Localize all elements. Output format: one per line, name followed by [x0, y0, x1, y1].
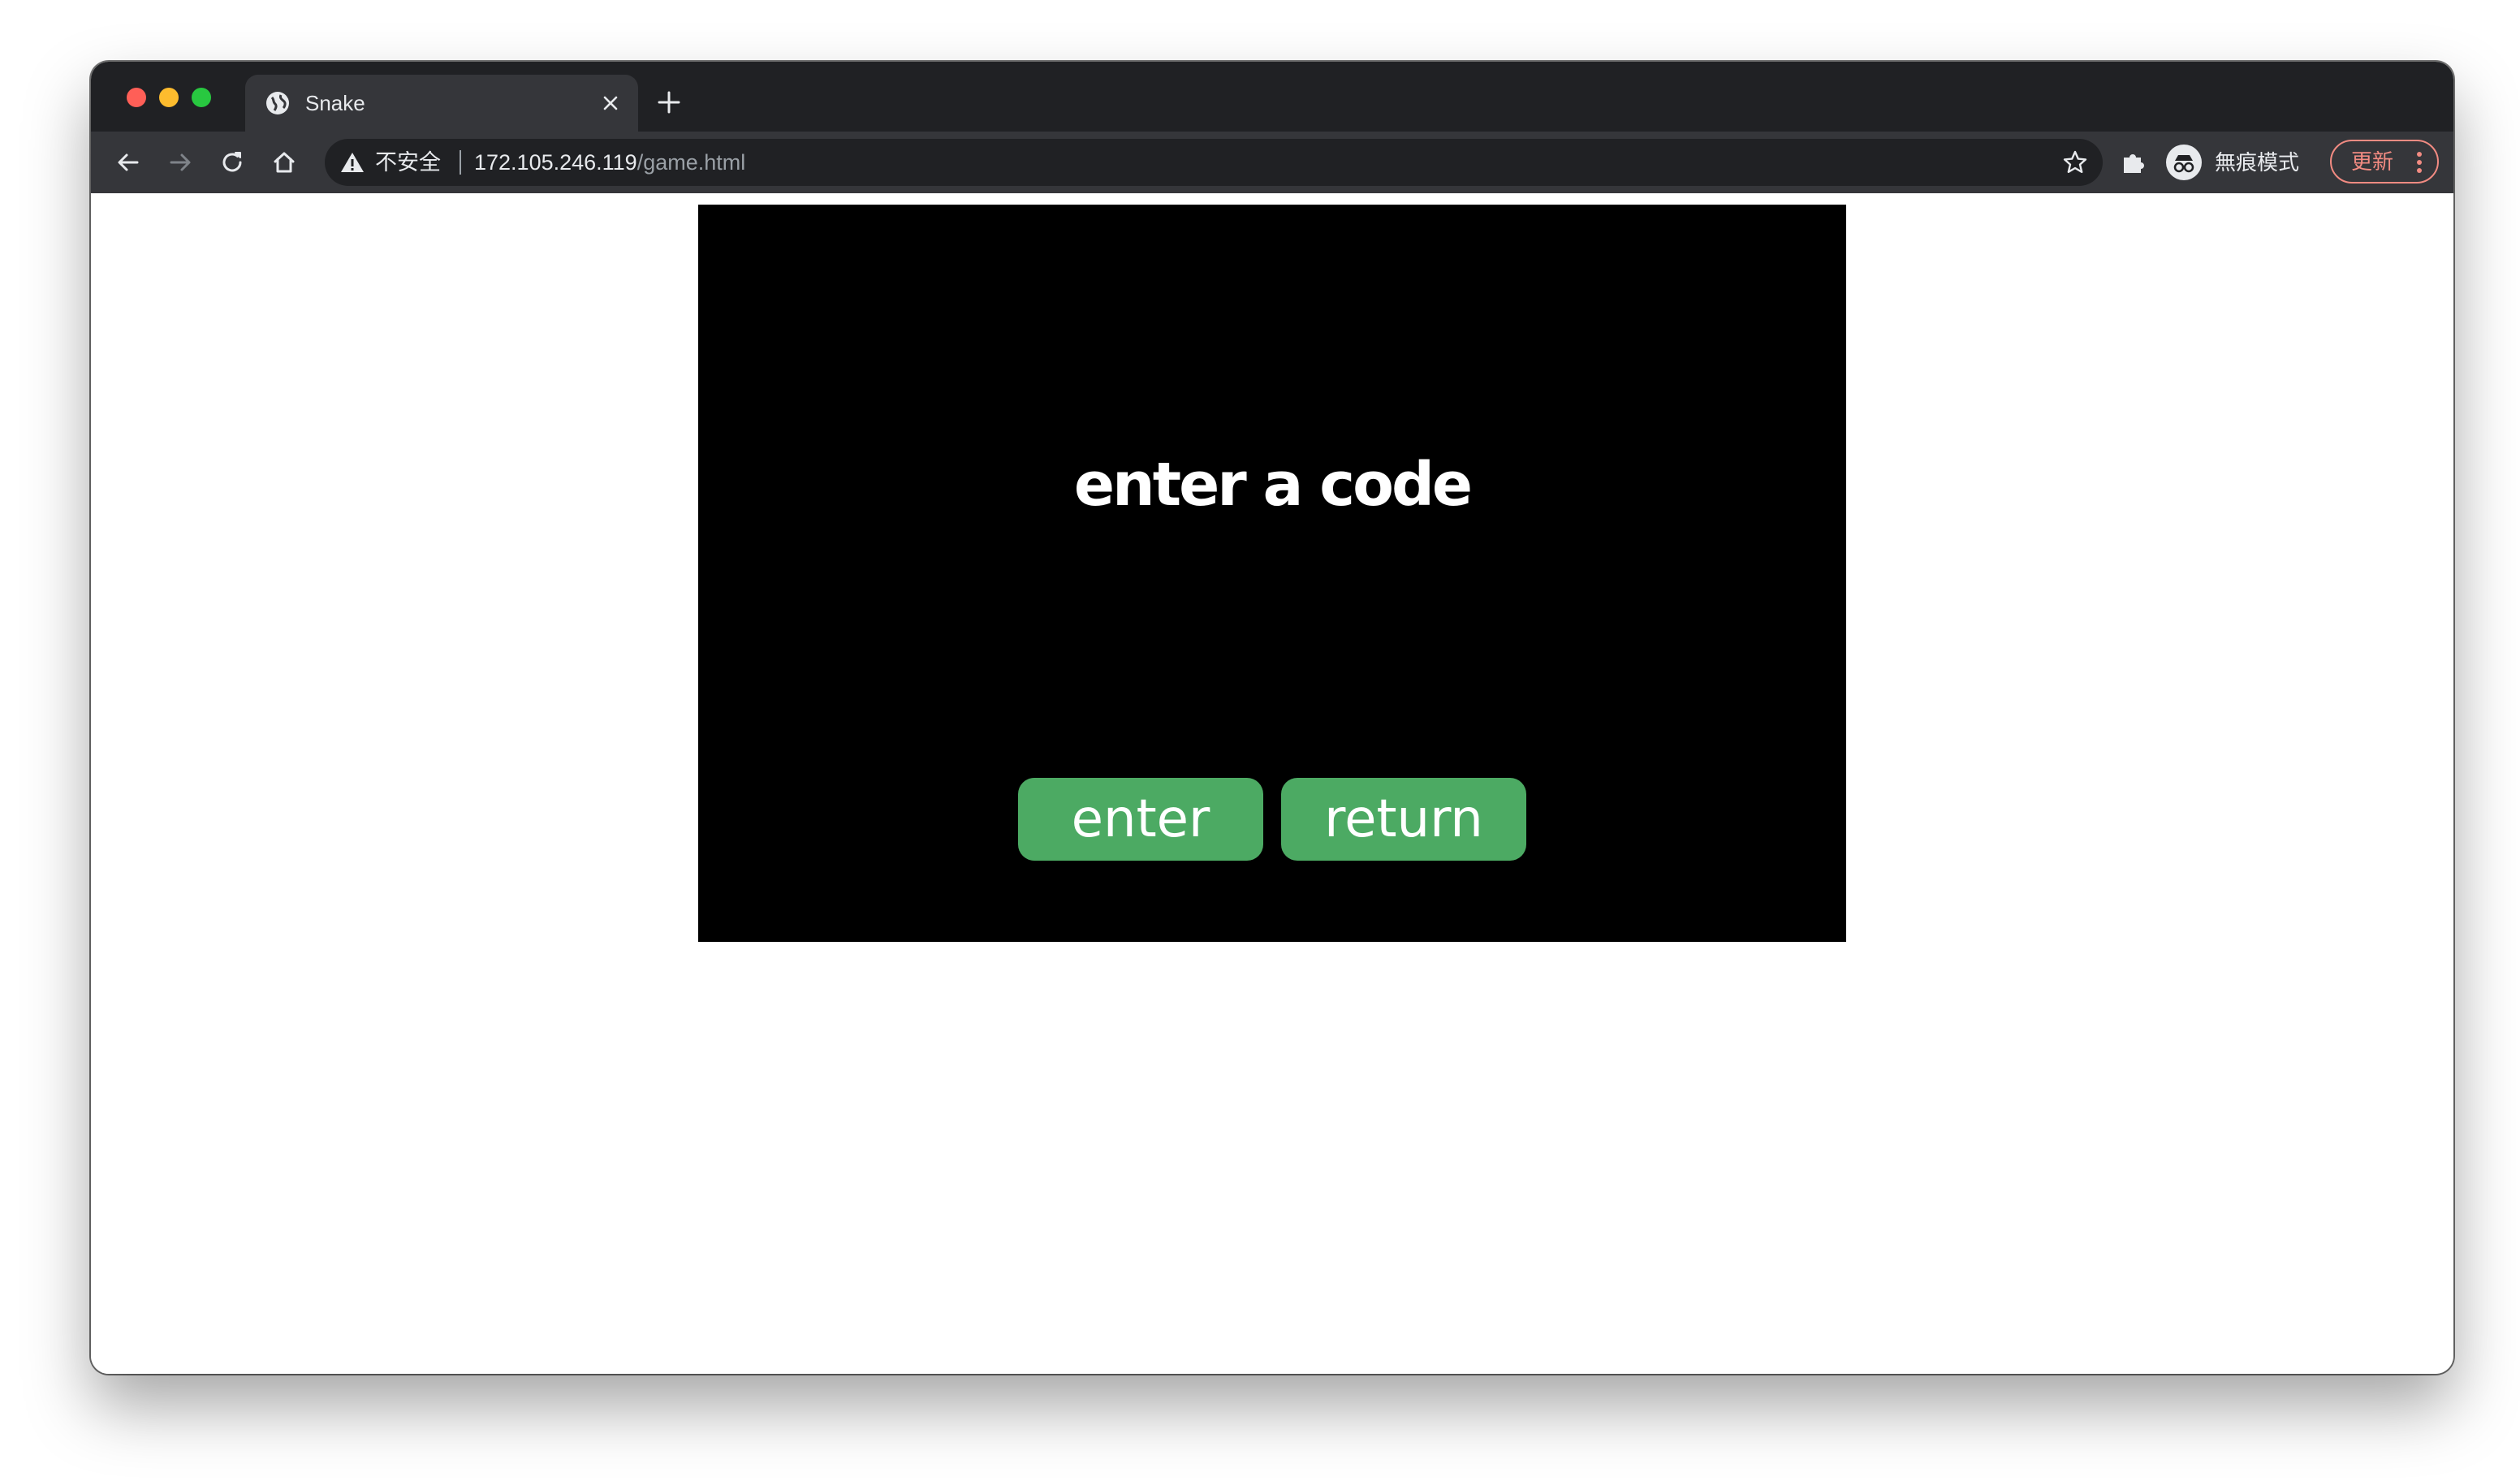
bookmark-button[interactable] [2059, 146, 2091, 179]
extensions-button[interactable] [2112, 141, 2155, 184]
reload-button[interactable] [211, 141, 253, 184]
close-window-button[interactable] [127, 88, 146, 107]
update-button[interactable]: 更新 [2330, 140, 2439, 184]
tab-title: Snake [305, 91, 365, 115]
forward-arrow-icon [170, 153, 191, 171]
globe-icon [265, 90, 291, 116]
forward-button[interactable] [159, 141, 201, 184]
return-button[interactable]: return [1281, 778, 1526, 861]
url-text[interactable]: 172.105.246.119/game.html [474, 150, 745, 175]
plus-icon [658, 91, 680, 114]
star-icon [2063, 150, 2087, 173]
incognito-indicator[interactable]: 無痕模式 [2166, 141, 2299, 184]
url-path: /game.html [636, 150, 746, 175]
maximize-window-button[interactable] [192, 88, 211, 107]
puzzle-icon [2124, 154, 2144, 173]
security-status[interactable]: 不安全 [375, 150, 441, 175]
back-button[interactable] [107, 141, 149, 184]
page-viewport: enter a code enter return [91, 193, 2453, 1374]
reload-icon [222, 152, 242, 172]
tab-bar: Snake [91, 62, 2453, 132]
update-label: 更新 [2351, 149, 2394, 174]
incognito-label: 無痕模式 [2215, 150, 2300, 175]
home-icon [274, 152, 295, 173]
address-divider [460, 150, 461, 175]
game-title: enter a code [1073, 450, 1473, 520]
game-canvas[interactable]: enter a code enter return [698, 205, 1846, 942]
incognito-icon [2166, 145, 2202, 180]
new-tab-button[interactable] [651, 84, 687, 120]
tab-snake[interactable]: Snake [245, 75, 638, 132]
browser-window: Snake 不安全 172.105.246.119/game.html 無痕模式… [91, 62, 2453, 1374]
home-button[interactable] [263, 141, 305, 184]
browser-toolbar: 不安全 172.105.246.119/game.html 無痕模式 更新 [91, 132, 2453, 193]
back-arrow-icon [118, 153, 139, 171]
warning-icon[interactable] [339, 149, 365, 175]
address-bar[interactable]: 不安全 172.105.246.119/game.html [325, 139, 2103, 186]
url-host: 172.105.246.119 [474, 150, 637, 175]
enter-button[interactable]: enter [1018, 778, 1263, 861]
minimize-window-button[interactable] [159, 88, 179, 107]
more-vert-icon [2417, 152, 2422, 173]
close-tab-icon[interactable] [596, 89, 625, 118]
